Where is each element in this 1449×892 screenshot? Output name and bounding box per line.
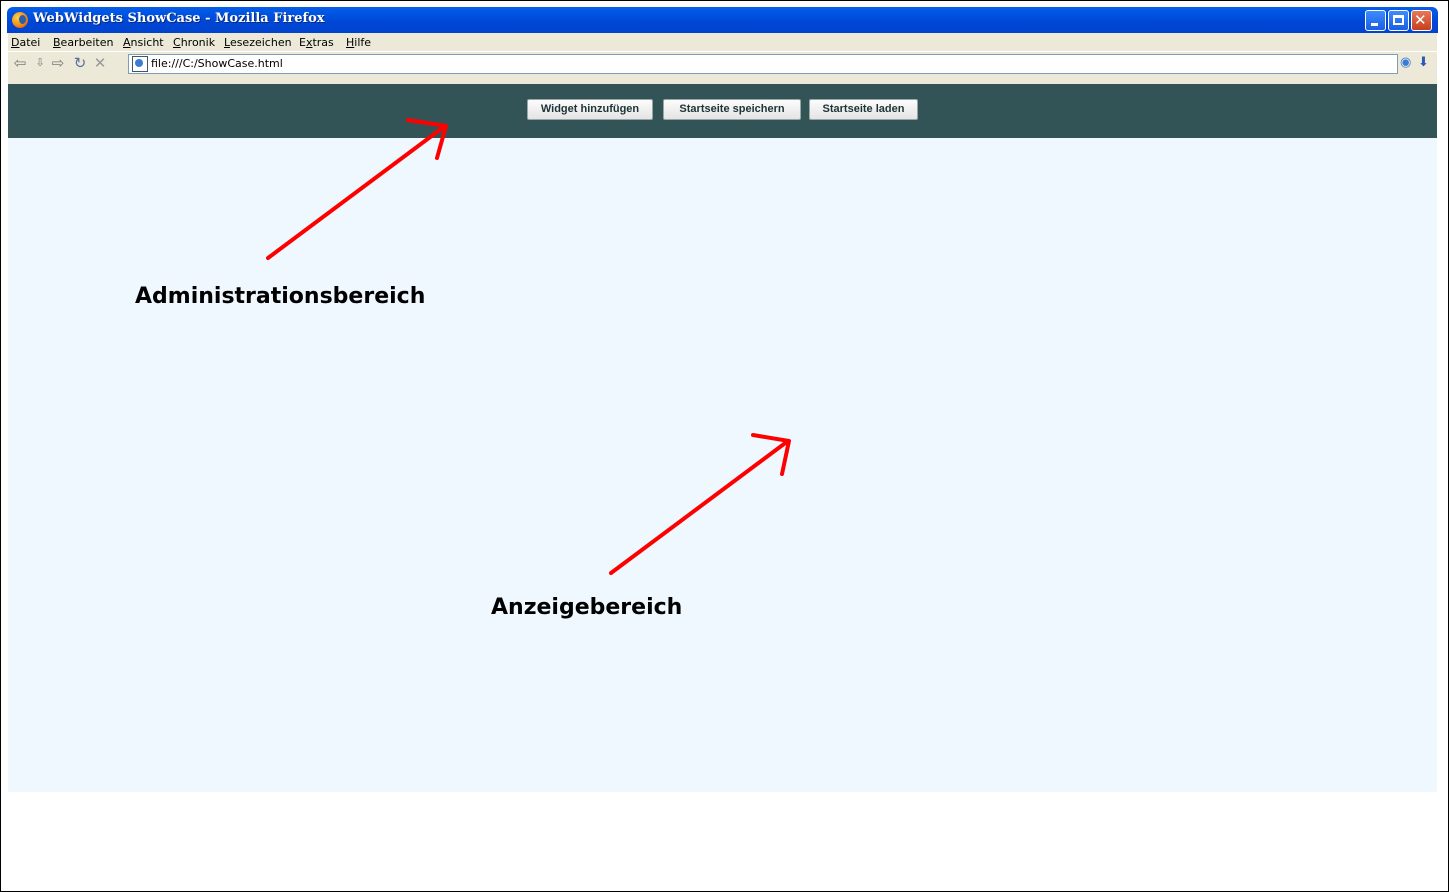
annotation-arrows bbox=[266, 118, 791, 575]
admin-arrow-shaft bbox=[266, 124, 447, 260]
display-arrow-shaft bbox=[609, 439, 790, 575]
